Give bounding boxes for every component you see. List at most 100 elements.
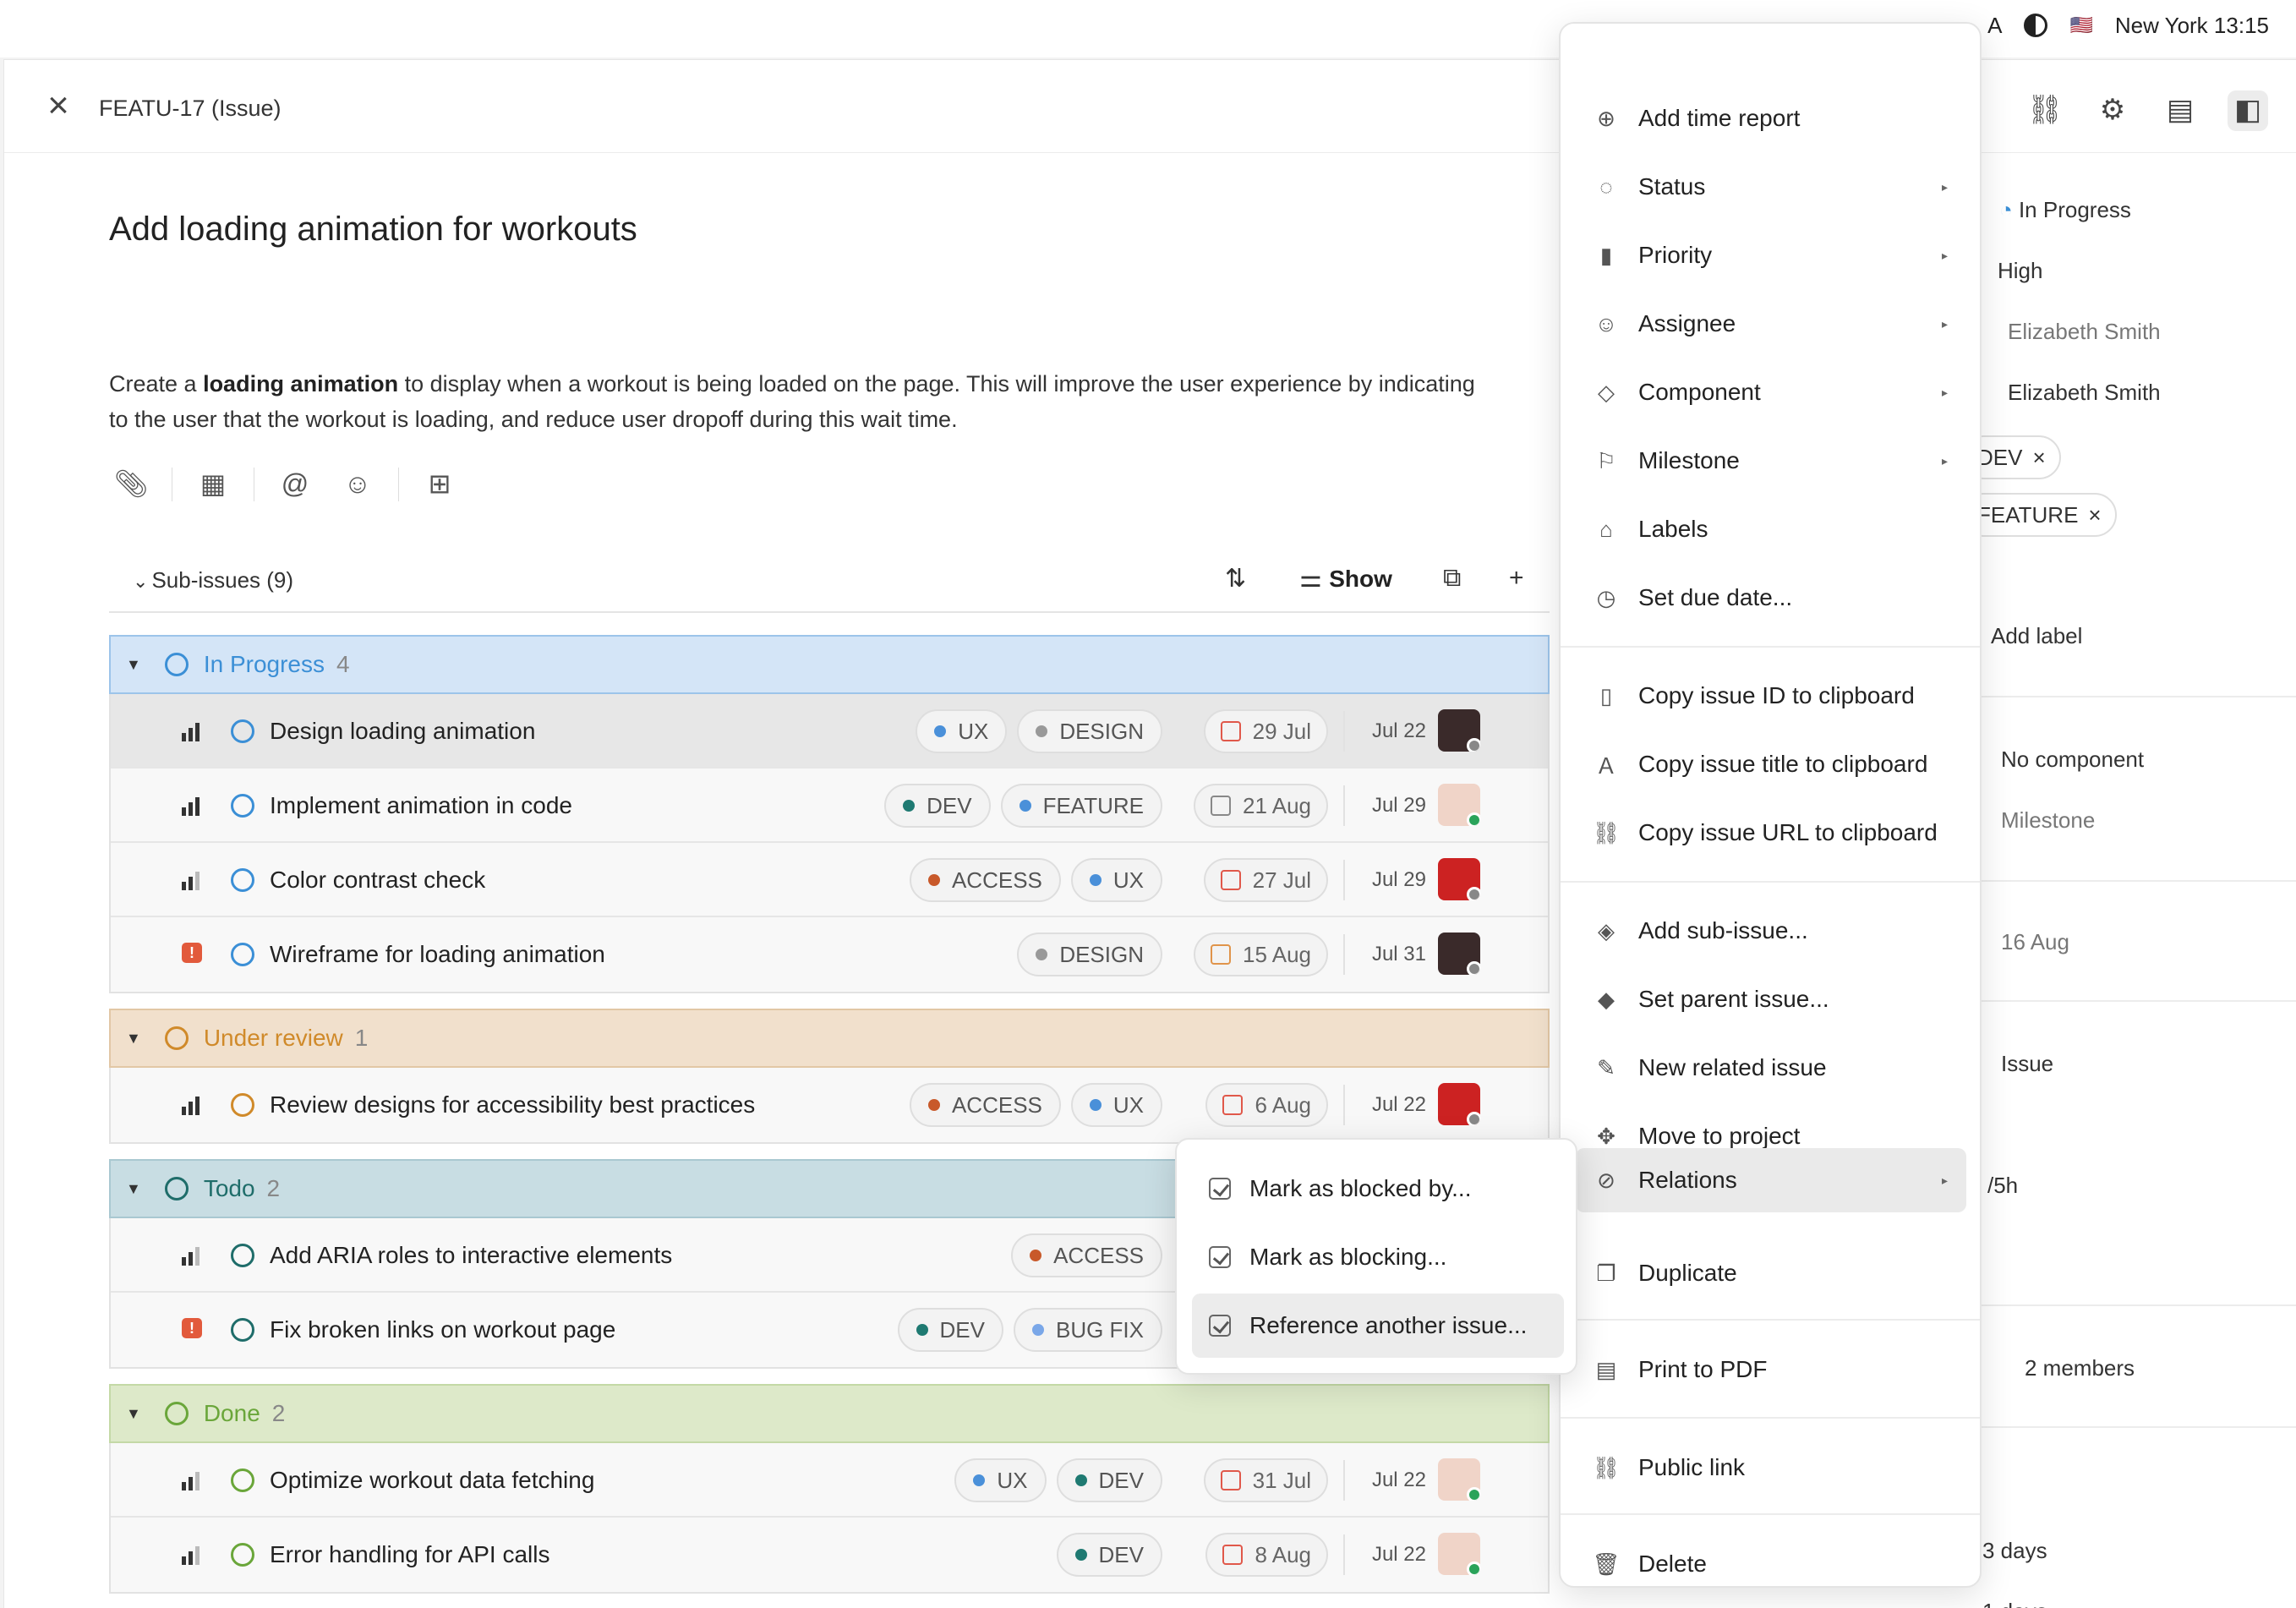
issue-title[interactable]: Add loading animation for workouts <box>109 211 637 249</box>
close-icon[interactable]: × <box>41 87 75 124</box>
priority-icon[interactable]: ! <box>182 943 202 965</box>
caret-down-icon[interactable]: ▼ <box>126 656 141 674</box>
avatar[interactable] <box>1438 709 1480 752</box>
avatar[interactable] <box>1438 858 1480 900</box>
menu-duplicate[interactable]: ❐ Duplicate <box>1576 1241 1966 1305</box>
sidebar-time-estimate[interactable]: /5h <box>1987 1173 2018 1199</box>
sidebar-status[interactable]: ◔ In Progress <box>1999 197 2131 223</box>
sub-issue-title[interactable]: Optimize workout data fetching <box>270 1467 594 1494</box>
issue-description[interactable]: Create a loading animation to display wh… <box>109 366 1495 437</box>
sub-issue-row[interactable]: Design loading animation UX DESIGN 29 Jul Ju… <box>111 694 1548 768</box>
priority-icon[interactable] <box>182 1093 202 1115</box>
avatar[interactable] <box>1438 933 1480 975</box>
sub-issue-row[interactable]: Error handling for API calls DEV 8 Aug Jul … <box>111 1518 1548 1592</box>
font-icon[interactable]: A <box>1987 13 2002 39</box>
menu-set-due-date[interactable]: ◷ Set due date... <box>1576 566 1966 630</box>
template-icon[interactable]: ⊞ <box>418 462 462 506</box>
flag-us-icon[interactable]: 🇺🇸 <box>2069 14 2092 36</box>
status-icon[interactable] <box>231 943 254 966</box>
due-date-chip[interactable]: 8 Aug <box>1205 1533 1328 1577</box>
priority-icon[interactable] <box>182 1543 202 1565</box>
due-date-chip[interactable]: 6 Aug <box>1205 1083 1328 1127</box>
emoji-icon[interactable]: ☺ <box>336 462 380 506</box>
menu-print-pdf[interactable]: ▤ Print to PDF <box>1576 1337 1966 1402</box>
avatar[interactable] <box>1438 1083 1480 1125</box>
show-button[interactable]: ⚌ Show <box>1299 564 1392 593</box>
due-date-chip[interactable]: 27 Jul <box>1203 858 1328 902</box>
sidebar-toggle-icon[interactable]: ◧ <box>2228 90 2268 131</box>
mention-icon[interactable]: @ <box>273 462 317 506</box>
priority-icon[interactable] <box>182 794 202 816</box>
menu-add-time-report[interactable]: ⊕ Add time report <box>1576 86 1966 150</box>
remove-icon[interactable]: × <box>2032 445 2045 471</box>
menu-priority[interactable]: ▮ Priority ▸ <box>1576 223 1966 287</box>
label-chip[interactable]: UX <box>954 1458 1047 1502</box>
status-icon[interactable] <box>231 1244 254 1267</box>
label-chip[interactable]: DESIGN <box>1017 709 1162 753</box>
sub-issue-row[interactable]: ! Wireframe for loading animation DESIGN 15… <box>111 917 1548 992</box>
contrast-icon[interactable] <box>2024 14 2048 37</box>
menu-component[interactable]: ◇ Component ▸ <box>1576 360 1966 424</box>
sidebar-priority[interactable]: High <box>1998 258 2042 284</box>
status-icon[interactable] <box>231 1543 254 1567</box>
status-icon[interactable] <box>231 794 254 818</box>
label-chip[interactable]: DEV <box>1056 1533 1162 1577</box>
menu-delete[interactable]: 🗑︎ Delete <box>1576 1532 1966 1586</box>
menu-copy-url[interactable]: ⛓ Copy issue URL to clipboard <box>1576 801 1966 865</box>
status-icon[interactable] <box>231 1093 254 1117</box>
sub-issue-title[interactable]: Implement animation in code <box>270 792 572 819</box>
priority-icon[interactable] <box>182 1244 202 1266</box>
sidebar-reporter[interactable]: Elizabeth Smith <box>2008 380 2161 406</box>
due-date-chip[interactable]: 31 Jul <box>1203 1458 1328 1502</box>
remove-icon[interactable]: × <box>2088 502 2101 528</box>
avatar[interactable] <box>1438 1458 1480 1501</box>
avatar[interactable] <box>1438 1533 1480 1575</box>
status-icon[interactable] <box>231 719 254 743</box>
status-icon[interactable] <box>231 1318 254 1342</box>
caret-down-icon[interactable]: ▼ <box>126 1180 141 1198</box>
menu-public-link[interactable]: ⛓ Public link <box>1576 1436 1966 1500</box>
menu-milestone[interactable]: ⚐ Milestone ▸ <box>1576 429 1966 493</box>
status-icon[interactable] <box>231 868 254 892</box>
label-chip[interactable]: DESIGN <box>1017 933 1162 976</box>
sidebar-members[interactable]: 2 members <box>2025 1355 2135 1381</box>
sub-issue-title[interactable]: Wireframe for loading animation <box>270 941 605 968</box>
menu-set-parent[interactable]: ◆ Set parent issue... <box>1576 967 1966 1031</box>
label-chip[interactable]: UX <box>1070 858 1162 902</box>
group-header[interactable]: ▼ Under review 1 <box>109 1009 1550 1068</box>
link-icon[interactable]: ⛓ <box>2025 90 2065 131</box>
menu-copy-title[interactable]: Ａ Copy issue title to clipboard <box>1576 732 1966 796</box>
sub-issue-title[interactable]: Color contrast check <box>270 867 485 894</box>
label-chip[interactable]: DEV <box>884 784 991 828</box>
sidebar-milestone[interactable]: Milestone <box>2001 807 2095 834</box>
menu-relations[interactable]: ⊘ Relations ▸ <box>1576 1148 1966 1212</box>
priority-icon[interactable] <box>182 868 202 890</box>
label-chip[interactable]: FEATURE <box>1000 784 1162 828</box>
label-chip[interactable]: UX <box>1070 1083 1162 1127</box>
menu-labels[interactable]: ⌂ Labels <box>1576 497 1966 561</box>
label-chip[interactable]: DEV <box>1056 1458 1162 1502</box>
priority-icon[interactable] <box>182 719 202 741</box>
sidebar-due-date[interactable]: 16 Aug <box>2001 929 2069 955</box>
attachment-icon[interactable]: 📎︎ <box>109 462 153 506</box>
add-sub-issue-icon[interactable]: + <box>1509 564 1524 593</box>
group-header[interactable]: ▼ Done 2 <box>109 1384 1550 1443</box>
priority-icon[interactable]: ! <box>182 1318 202 1340</box>
sub-issue-row[interactable]: Implement animation in code DEV FEATURE 21 … <box>111 768 1548 843</box>
sub-issue-row[interactable]: Optimize workout data fetching UX DEV 31 Ju… <box>111 1443 1548 1518</box>
label-chip[interactable]: BUG FIX <box>1013 1308 1162 1352</box>
add-label-link[interactable]: Add label <box>1991 623 2082 649</box>
menu-status[interactable]: ◌ Status ▸ <box>1576 155 1966 219</box>
submenu-blocked-by[interactable]: Mark as blocked by... <box>1192 1157 1564 1221</box>
open-external-icon[interactable]: ⧉ <box>1443 564 1461 593</box>
avatar[interactable] <box>1438 784 1480 826</box>
sidebar-label-feature[interactable]: FEATURE × <box>1962 493 2117 537</box>
sub-issue-title[interactable]: Fix broken links on workout page <box>270 1316 615 1343</box>
submenu-reference[interactable]: Reference another issue... <box>1192 1294 1564 1358</box>
group-header[interactable]: ▼ In Progress 4 <box>109 635 1550 694</box>
sidebar-assignee[interactable]: Elizabeth Smith <box>2008 319 2161 345</box>
caret-down-icon[interactable]: ▼ <box>126 1405 141 1423</box>
caret-down-icon[interactable]: ▼ <box>126 1030 141 1047</box>
gear-icon[interactable]: ⚙ <box>2092 90 2133 131</box>
layout-icon[interactable]: ▤ <box>2160 90 2200 131</box>
